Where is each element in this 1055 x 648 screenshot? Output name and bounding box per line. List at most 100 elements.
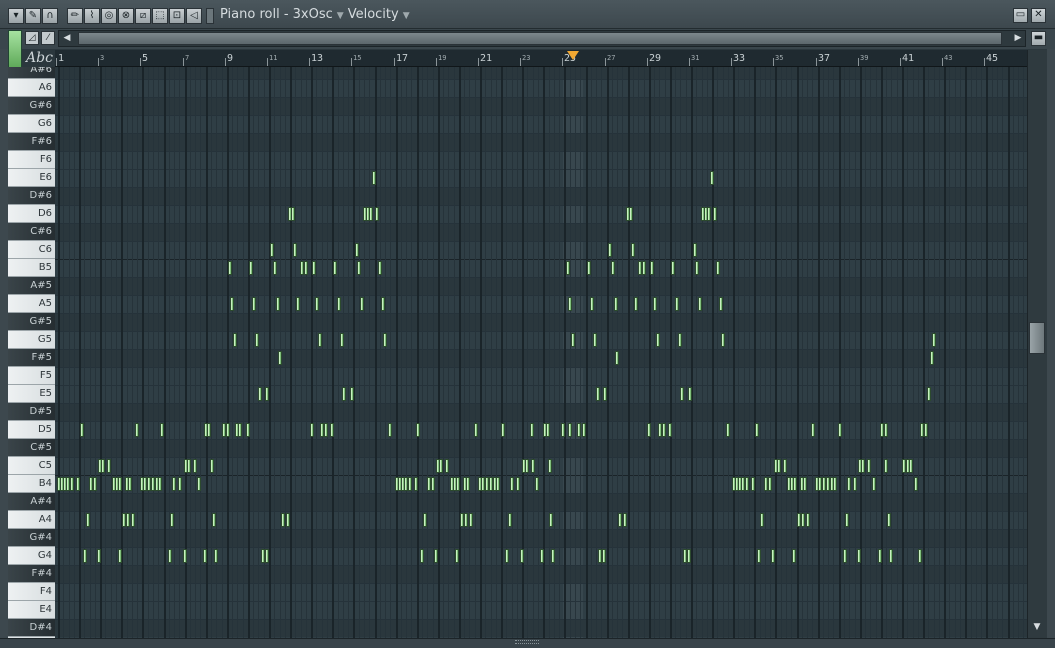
ruler-label[interactable]: 43 (942, 50, 952, 66)
note[interactable] (97, 549, 101, 563)
note[interactable] (546, 423, 550, 437)
ruler-label[interactable]: 31 (689, 50, 699, 66)
note[interactable] (716, 261, 720, 275)
note[interactable] (118, 549, 122, 563)
note[interactable] (431, 477, 435, 491)
note[interactable] (469, 513, 473, 527)
ruler-label[interactable]: 35 (773, 50, 783, 66)
note[interactable] (590, 297, 594, 311)
ruler-label[interactable]: 21 (478, 50, 492, 66)
piano-key[interactable]: C#5 (8, 439, 55, 457)
note[interactable] (760, 513, 764, 527)
note[interactable] (505, 549, 509, 563)
close-icon[interactable]: ✕ (1031, 8, 1046, 23)
slice-icon[interactable]: ⧄ (135, 8, 151, 24)
note[interactable] (350, 387, 354, 401)
title-bar[interactable]: ▾ ✎ ∩ ✏ ⌇ ◎ ⊗ ⧄ ⬚ ⊡ ◁ Piano roll - 3xOsc… (0, 0, 1055, 29)
note[interactable] (126, 513, 130, 527)
note[interactable] (755, 423, 759, 437)
note[interactable] (434, 549, 438, 563)
ruler-label[interactable]: 19 (436, 50, 446, 66)
note[interactable] (378, 261, 382, 275)
piano-key[interactable]: A#6 (8, 67, 55, 79)
note[interactable] (680, 387, 684, 401)
zoom-icon[interactable]: ⊡ (169, 8, 185, 24)
note[interactable] (656, 333, 660, 347)
note[interactable] (568, 297, 572, 311)
note[interactable] (707, 207, 711, 221)
note[interactable] (273, 261, 277, 275)
resize-grip-icon[interactable] (515, 640, 539, 644)
note[interactable] (408, 477, 412, 491)
note[interactable] (745, 477, 749, 491)
magnet-icon[interactable]: ∩ (42, 8, 58, 24)
note[interactable] (304, 261, 308, 275)
note[interactable] (291, 207, 295, 221)
note[interactable] (838, 423, 842, 437)
timeline-ruler[interactable]: 1 3 5 7 9 11 13 15 17 19 21 23 25 27 29 31 33 35 37 39 41 43 4… (55, 50, 1027, 67)
playhead-marker-icon[interactable] (567, 51, 579, 60)
note[interactable] (693, 243, 697, 257)
note[interactable] (710, 171, 714, 185)
piano-key[interactable]: G#5 (8, 313, 55, 331)
note[interactable] (168, 549, 172, 563)
note[interactable] (238, 423, 242, 437)
piano-key[interactable]: F#5 (8, 349, 55, 367)
note[interactable] (416, 423, 420, 437)
vertical-scroll-thumb[interactable] (1029, 322, 1045, 354)
note[interactable] (246, 423, 250, 437)
note[interactable] (474, 423, 478, 437)
ruler-label[interactable]: 17 (394, 50, 408, 66)
note[interactable] (603, 387, 607, 401)
ruler-label[interactable]: 15 (351, 50, 361, 66)
note[interactable] (713, 207, 717, 221)
note[interactable] (312, 261, 316, 275)
note[interactable] (719, 297, 723, 311)
ruler-label[interactable]: 37 (816, 50, 830, 66)
piano-key[interactable]: D#4 (8, 619, 55, 637)
note[interactable] (614, 297, 618, 311)
note[interactable] (884, 423, 888, 437)
maximize-icon[interactable]: ▭ (1013, 8, 1028, 23)
note[interactable] (83, 549, 87, 563)
note[interactable] (187, 459, 191, 473)
note[interactable] (535, 477, 539, 491)
piano-key[interactable]: E6 (8, 169, 55, 187)
note[interactable] (726, 423, 730, 437)
note[interactable] (258, 387, 262, 401)
piano-key[interactable]: G5 (8, 331, 55, 349)
note[interactable] (695, 261, 699, 275)
piano-key[interactable]: G4 (8, 547, 55, 565)
note[interactable] (214, 549, 218, 563)
note[interactable] (333, 261, 337, 275)
note[interactable] (833, 477, 837, 491)
note[interactable] (86, 513, 90, 527)
note[interactable] (324, 423, 328, 437)
scroll-down-icon[interactable]: ▼ (1030, 620, 1044, 635)
note[interactable] (857, 549, 861, 563)
horizontal-scroll-thumb[interactable] (78, 32, 1002, 45)
note[interactable] (510, 477, 514, 491)
note[interactable] (128, 477, 132, 491)
note[interactable] (602, 549, 606, 563)
note[interactable] (193, 459, 197, 473)
piano-key[interactable]: C6 (8, 241, 55, 259)
note[interactable] (721, 333, 725, 347)
piano-key[interactable]: D6 (8, 205, 55, 223)
note[interactable] (131, 513, 135, 527)
ruler-label[interactable]: 23 (520, 50, 530, 66)
note[interactable] (872, 477, 876, 491)
note[interactable] (582, 423, 586, 437)
note[interactable] (375, 207, 379, 221)
playback-icon[interactable]: ◁ (186, 8, 202, 24)
note[interactable] (853, 477, 857, 491)
piano-key[interactable]: A6 (8, 79, 55, 97)
note[interactable] (847, 477, 851, 491)
pencil-icon[interactable]: ✏ (67, 8, 83, 24)
ruler-label[interactable]: 3 (98, 50, 104, 66)
ruler-label[interactable]: 41 (900, 50, 914, 66)
note[interactable] (80, 423, 84, 437)
note[interactable] (466, 477, 470, 491)
scroll-left-icon[interactable]: ◀ (60, 31, 74, 46)
ruler-label[interactable]: 39 (858, 50, 868, 66)
